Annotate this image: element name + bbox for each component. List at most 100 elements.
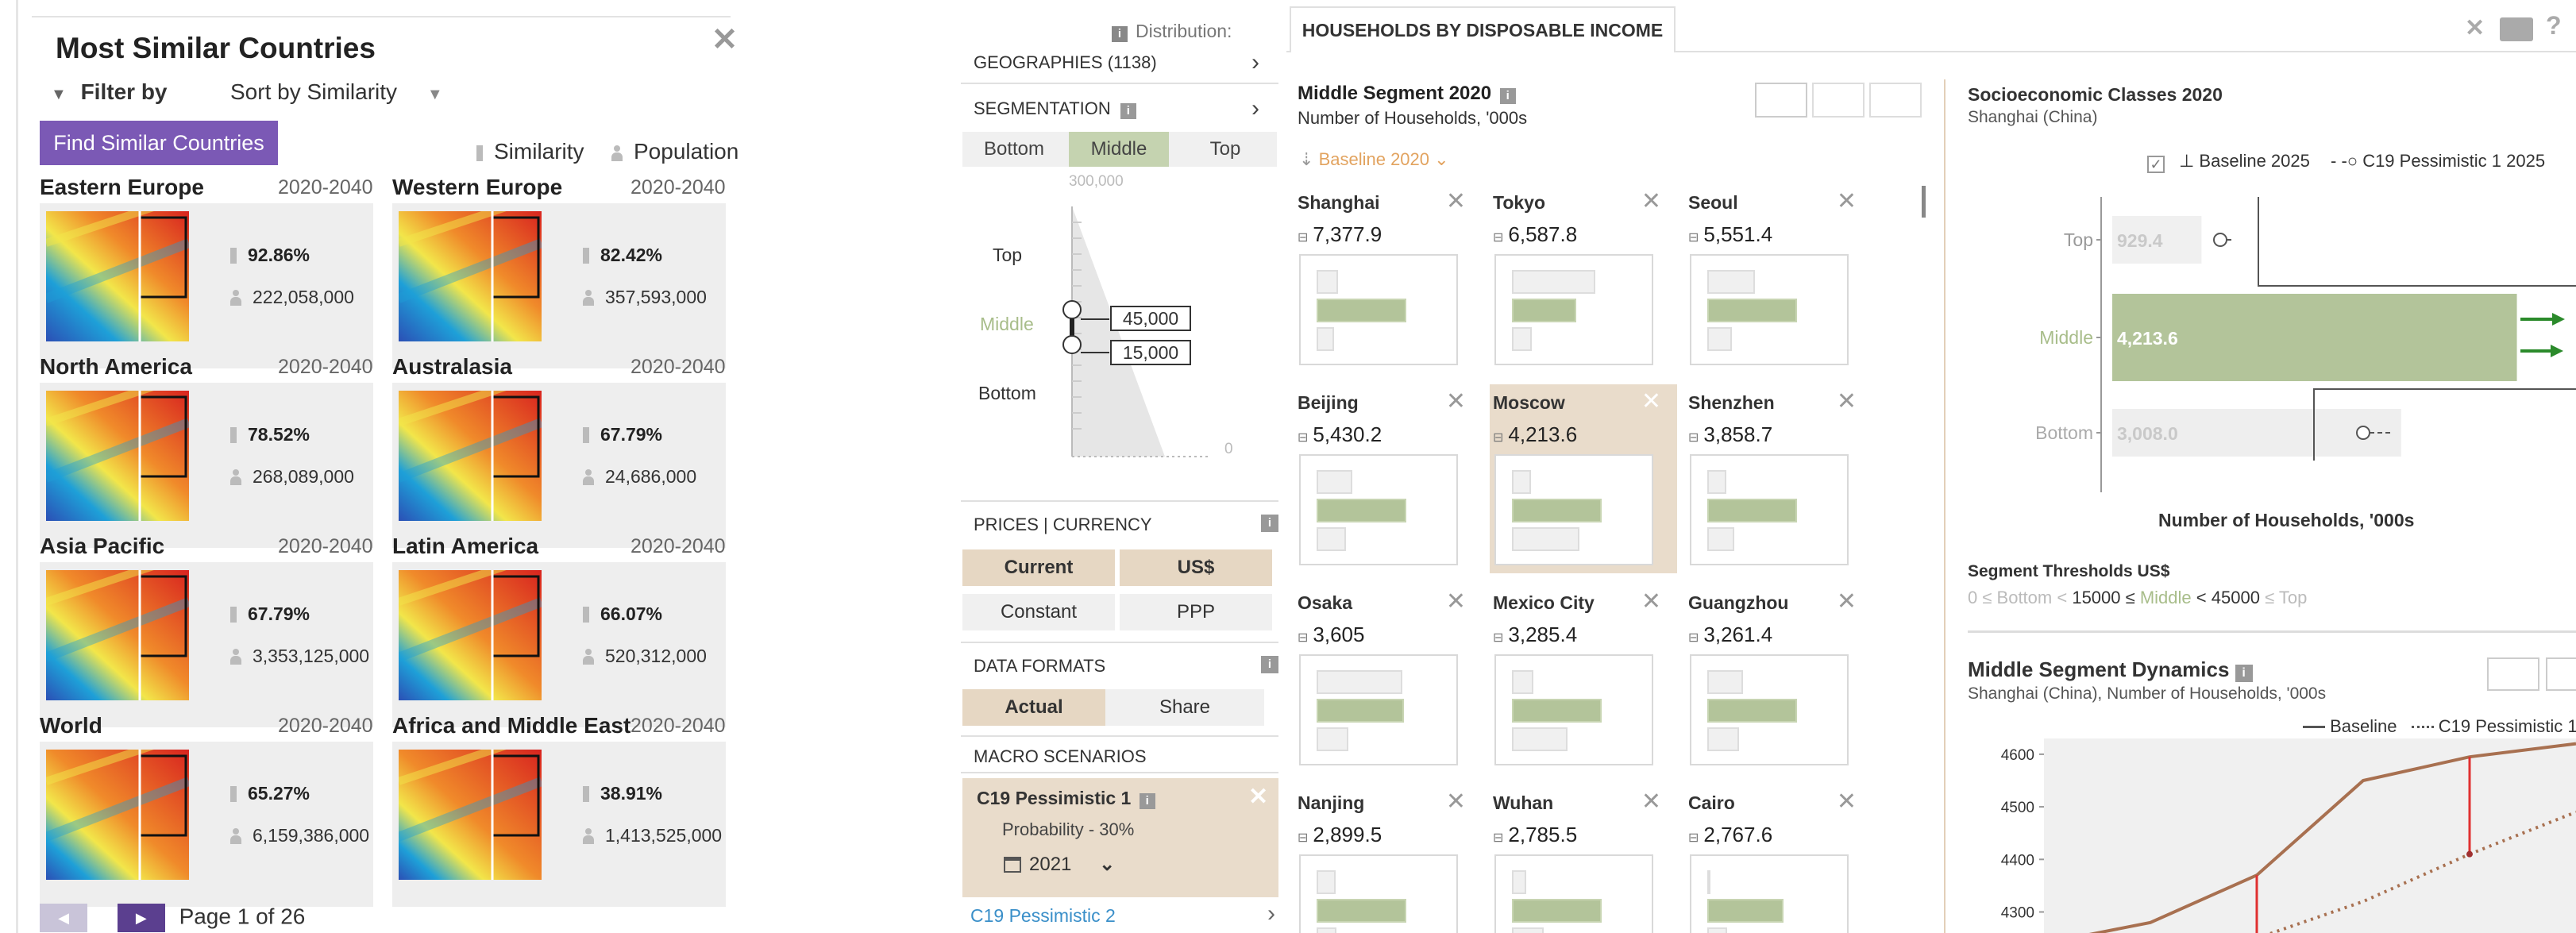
tile-population-value: 3,353,125,000 bbox=[253, 646, 370, 666]
city-card[interactable]: Cairo ✕ ⊟ 2,767.6 bbox=[1685, 785, 1872, 933]
close-icon[interactable]: ✕ bbox=[1641, 588, 1661, 615]
similarity-heatmap bbox=[399, 750, 542, 880]
scenario-next-link[interactable]: C19 Pessimistic 2 bbox=[970, 905, 1116, 927]
city-card[interactable]: Nanjing ✕ ⊟ 2,899.5 bbox=[1294, 785, 1482, 933]
threshold-slider: 300,000 0 Top Middle Bottom 45,000 15,00… bbox=[962, 167, 1280, 468]
usd-button[interactable]: US$ bbox=[1120, 549, 1272, 586]
threshold-suffix: ≤ Top bbox=[2265, 588, 2308, 607]
country-tile[interactable]: 78.52% 268,089,000 bbox=[40, 383, 373, 548]
close-icon[interactable]: ✕ bbox=[1837, 187, 1857, 215]
close-icon[interactable]: ✕ bbox=[1446, 588, 1466, 615]
close-icon[interactable]: ✕ bbox=[1837, 387, 1857, 415]
threshold-le: ≤ bbox=[2125, 588, 2135, 607]
city-card[interactable]: Moscow ✕ ⊟ 4,213.6 bbox=[1490, 384, 1677, 573]
city-card[interactable]: Seoul ✕ ⊟ 5,551.4 bbox=[1685, 184, 1872, 373]
close-icon[interactable]: ✕ bbox=[1446, 788, 1466, 815]
city-card[interactable]: Tokyo ✕ ⊟ 6,587.8 bbox=[1490, 184, 1677, 373]
city-card[interactable]: Osaka ✕ ⊟ 3,605 bbox=[1294, 584, 1482, 773]
socio-chart: 929.4 Top 4,213.6 Middle 3,008.0 Bottom bbox=[2035, 197, 2576, 492]
close-icon[interactable]: ✕ bbox=[1446, 187, 1466, 215]
country-tile[interactable]: 66.07% 520,312,000 bbox=[392, 562, 726, 727]
prev-page-button[interactable]: ◀ bbox=[40, 904, 87, 932]
tab-bottom[interactable]: Bottom bbox=[962, 132, 1066, 167]
top-bar bbox=[1707, 870, 1710, 894]
upper-handle[interactable] bbox=[1062, 300, 1082, 319]
tile-name: Asia Pacific bbox=[40, 534, 165, 558]
checkbox[interactable]: ✓ bbox=[2147, 156, 2165, 173]
baseline-selector[interactable]: ⇣ Baseline 2020 ⌄ bbox=[1299, 149, 1449, 170]
sort-dropdown[interactable]: Sort by Similarity ▼ bbox=[230, 79, 443, 105]
plot-area bbox=[2044, 738, 2576, 933]
country-tile[interactable]: 92.86% 222,058,000 bbox=[40, 203, 373, 368]
bar-value: 929.4 bbox=[2117, 230, 2163, 251]
lower-threshold-input[interactable]: 15,000 bbox=[1110, 340, 1191, 365]
close-icon[interactable]: ✕ bbox=[1837, 788, 1857, 815]
tab-households-by-income[interactable]: HOUSEHOLDS BY DISPOSABLE INCOME bbox=[1290, 6, 1676, 52]
tab-top[interactable]: Top bbox=[1174, 132, 1277, 167]
camera-icon[interactable] bbox=[2500, 17, 2533, 41]
constant-button[interactable]: Constant bbox=[962, 594, 1115, 630]
view-toggle-bars[interactable] bbox=[1755, 83, 1807, 118]
city-card[interactable]: Shanghai ✕ ⊟ 7,377.9 bbox=[1294, 184, 1482, 373]
country-tile[interactable]: 67.79% 24,686,000 bbox=[392, 383, 726, 548]
tile-years: 2020-2040 bbox=[278, 715, 373, 737]
close-icon[interactable]: ✕ bbox=[1641, 788, 1661, 815]
country-tile[interactable]: 67.79% 3,353,125,000 bbox=[40, 562, 373, 727]
city-value: ⊟ 3,261.4 bbox=[1688, 623, 1772, 647]
close-icon[interactable]: ✕ bbox=[1446, 387, 1466, 415]
tab-middle[interactable]: Middle bbox=[1069, 132, 1169, 167]
minus-icon: ⊟ bbox=[1688, 631, 1699, 645]
similarity-icon bbox=[230, 427, 237, 443]
view-toggle-table[interactable] bbox=[1869, 83, 1922, 118]
year-selector[interactable]: 2021 ⌄ bbox=[1004, 853, 1115, 876]
share-button[interactable]: Share bbox=[1105, 689, 1264, 726]
tile-population-value: 520,312,000 bbox=[605, 646, 707, 666]
segmentation-row[interactable]: SEGMENTATION i › bbox=[974, 95, 1299, 121]
middle-bar bbox=[1512, 299, 1576, 322]
scenario-point bbox=[2466, 850, 2473, 858]
lower-handle[interactable] bbox=[1062, 335, 1082, 354]
tile-name: Eastern Europe bbox=[40, 175, 204, 199]
scrollbar[interactable] bbox=[1922, 186, 1926, 218]
geographies-row[interactable]: GEOGRAPHIES (1138) › bbox=[974, 49, 1299, 75]
close-icon[interactable]: ✕ bbox=[699, 20, 750, 60]
city-card[interactable]: Mexico City ✕ ⊟ 3,285.4 bbox=[1490, 584, 1677, 773]
close-icon[interactable]: ✕ bbox=[1641, 387, 1661, 415]
country-tile[interactable]: 65.27% 6,159,386,000 bbox=[40, 742, 373, 907]
city-mini-chart bbox=[1494, 854, 1653, 933]
bottom-bar bbox=[1317, 727, 1348, 751]
actual-button[interactable]: Actual bbox=[962, 689, 1105, 726]
city-card[interactable]: Guangzhou ✕ ⊟ 3,261.4 bbox=[1685, 584, 1872, 773]
chart-type-toggle[interactable] bbox=[2487, 657, 2539, 691]
current-button[interactable]: Current bbox=[962, 549, 1115, 586]
city-name: Osaka bbox=[1298, 592, 1353, 613]
tile-population: 1,413,525,000 bbox=[583, 825, 722, 846]
country-tile[interactable]: 82.42% 357,593,000 bbox=[392, 203, 726, 368]
city-card[interactable]: Wuhan ✕ ⊟ 2,785.5 bbox=[1490, 785, 1677, 933]
divider bbox=[961, 772, 1278, 773]
chevron-down-icon: ⌄ bbox=[1099, 854, 1116, 875]
city-name: Tokyo bbox=[1493, 192, 1546, 213]
chart-type-toggle-2[interactable] bbox=[2546, 657, 2576, 691]
ppp-button[interactable]: PPP bbox=[1120, 594, 1272, 630]
tile-similarity: 82.42% bbox=[583, 245, 662, 266]
tile-similarity-value: 67.79% bbox=[600, 424, 663, 445]
segment-subtitle: Number of Households, '000s bbox=[1298, 108, 1528, 128]
close-icon[interactable]: ✕ bbox=[2465, 14, 2485, 42]
middle-bar bbox=[1707, 299, 1797, 322]
city-card[interactable]: Beijing ✕ ⊟ 5,430.2 bbox=[1294, 384, 1482, 573]
help-icon[interactable]: ? bbox=[2546, 11, 2562, 40]
filter-toggle[interactable]: ▼ Filter by bbox=[51, 79, 168, 104]
find-similar-button[interactable]: Find Similar Countries bbox=[40, 121, 278, 165]
slider-min-label: 0 bbox=[1224, 441, 1233, 457]
next-page-button[interactable]: ▶ bbox=[117, 904, 165, 932]
close-icon[interactable]: ✕ bbox=[1641, 187, 1661, 215]
close-icon[interactable]: ✕ bbox=[1837, 588, 1857, 615]
scenario-card[interactable]: C19 Pessimistic 1 i ✕ Probability - 30% … bbox=[962, 778, 1278, 897]
city-card[interactable]: Shenzhen ✕ ⊟ 3,858.7 bbox=[1685, 384, 1872, 573]
info-icon: i bbox=[1261, 515, 1278, 532]
country-tile[interactable]: 38.91% 1,413,525,000 bbox=[392, 742, 726, 907]
close-icon[interactable]: ✕ bbox=[1248, 783, 1268, 811]
upper-threshold-input[interactable]: 45,000 bbox=[1110, 306, 1191, 331]
view-toggle-list[interactable] bbox=[1812, 83, 1865, 118]
